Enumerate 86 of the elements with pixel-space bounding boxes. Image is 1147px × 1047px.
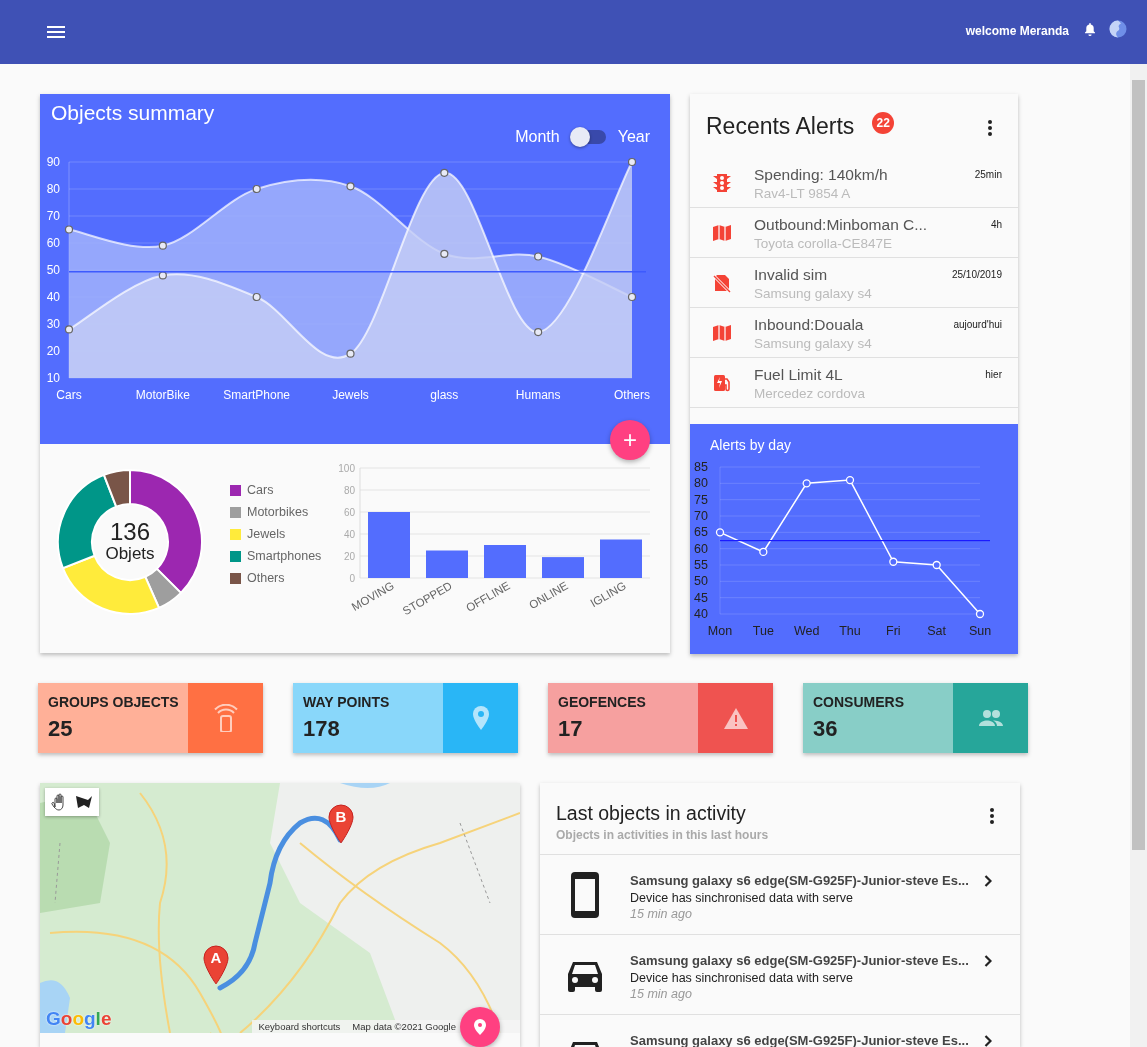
axis-label: 50 [46, 263, 60, 277]
axis-label: 90 [46, 155, 60, 169]
axis-label: 45 [694, 590, 708, 605]
axis-label: 60 [694, 541, 708, 556]
axis-label: Tue [752, 624, 774, 638]
axis-label: Thu [839, 624, 861, 638]
stat-value: 36 [813, 716, 839, 742]
axis-label: 80 [46, 182, 60, 196]
alert-subtitle: Rav4-LT 9854 A [754, 186, 852, 201]
legend-label: Others [247, 571, 285, 585]
alert-title: Invalid sim [754, 266, 829, 284]
donut-label: Objets [105, 544, 155, 563]
activity-title: Samsung galaxy s6 edge(SM-G925F)-Junior-steve Es... [630, 1033, 970, 1047]
axis-label: 30 [46, 317, 60, 331]
map-logo: Google [46, 1008, 112, 1030]
alert-subtitle: Mercedez cordova [754, 386, 867, 401]
alert-title: Spending: 140km/h [754, 166, 889, 184]
axis-label: Cars [56, 388, 82, 402]
axis-label: 75 [694, 492, 708, 507]
axis-label: Wed [793, 624, 820, 638]
toggle-label: Month [515, 128, 560, 146]
stat-value: 25 [48, 716, 74, 742]
axis-label: Mon [707, 624, 733, 638]
legend-label: Smartphones [247, 549, 322, 563]
activity-description: Device has sinchronised data with serve [630, 891, 855, 905]
axis-label: 80 [343, 485, 355, 496]
axis-label: 40 [46, 290, 60, 304]
card-title: Objects summary [50, 100, 216, 126]
axis-label: 85 [694, 460, 708, 474]
alert-time: aujourd'hui [953, 319, 1002, 332]
legend-label: Cars [247, 483, 274, 497]
stat-value: 178 [303, 716, 341, 742]
stat-label: CONSUMERS [813, 694, 905, 710]
count-badge: 22 [872, 112, 895, 134]
alert-title: Fuel Limit 4L [754, 366, 844, 384]
axis-label: 10 [46, 371, 60, 385]
alert-title: Inbound:Douala [754, 316, 865, 334]
legend-label: Motorbikes [247, 505, 309, 519]
alert-subtitle: Samsung galaxy s4 [754, 286, 873, 301]
axis-label: 20 [46, 344, 60, 358]
activity-time: 15 min ago [630, 907, 693, 921]
axis-label: Jewels [332, 388, 369, 402]
axis-label: 65 [694, 525, 708, 540]
axis-label: Others [614, 388, 650, 402]
stat-label: GEOFENCES [558, 694, 647, 710]
alert-title: Outbound:Minboman C... [754, 216, 929, 234]
legend-label: Jewels [247, 527, 286, 541]
axis-label: 0 [349, 573, 355, 584]
axis-label: glass [430, 388, 459, 402]
axis-label: 40 [694, 607, 708, 621]
alert-time: 4h [990, 219, 1002, 232]
axis-label: Fri [886, 624, 901, 638]
alert-time: 25min [974, 169, 1002, 182]
activity-title: Samsung galaxy s6 edge(SM-G925F)-Junior-steve Es... [630, 953, 970, 968]
donut-total: 136 [110, 518, 150, 545]
axis-label: 50 [694, 574, 708, 589]
card-title: Recents Alerts [706, 112, 855, 140]
axis-label: 70 [46, 209, 60, 223]
alert-subtitle: Samsung galaxy s4 [754, 336, 873, 351]
axis-label: SmartPhone [223, 388, 290, 402]
welcome-text: welcome Meranda [965, 24, 1069, 38]
axis-label: 80 [694, 476, 708, 491]
activity-title: Samsung galaxy s6 edge(SM-G925F)-Junior-steve Es... [630, 873, 970, 888]
activity-description: Device has sinchronised data with serve [630, 971, 855, 985]
card-title: Last objects in activity [556, 802, 747, 825]
axis-label: 40 [343, 529, 355, 540]
card-subtitle: Objects in activities in this last hours [556, 828, 770, 842]
axis-label: Humans [515, 388, 561, 402]
axis-label: 20 [343, 551, 355, 562]
axis-label: 70 [694, 509, 708, 523]
chart-title: Alerts by day [709, 436, 792, 455]
toggle-label: Year [617, 128, 650, 146]
axis-label: 55 [694, 558, 708, 572]
axis-label: 60 [343, 507, 355, 518]
stat-value: 17 [558, 716, 584, 742]
alert-time: hier [985, 369, 1002, 382]
activity-time: 15 min ago [630, 987, 693, 1001]
axis-label: 60 [46, 236, 60, 250]
alert-time: 25/10/2019 [951, 269, 1002, 282]
axis-label: Sat [927, 624, 947, 638]
axis-label: 100 [338, 463, 355, 474]
stat-label: WAY POINTS [303, 694, 391, 710]
axis-label: Sun [968, 624, 992, 638]
axis-label: MotorBike [135, 388, 190, 402]
alert-subtitle: Toyota corolla-CE847E [754, 236, 894, 251]
stat-label: GROUPS OBJECTS [48, 694, 180, 710]
